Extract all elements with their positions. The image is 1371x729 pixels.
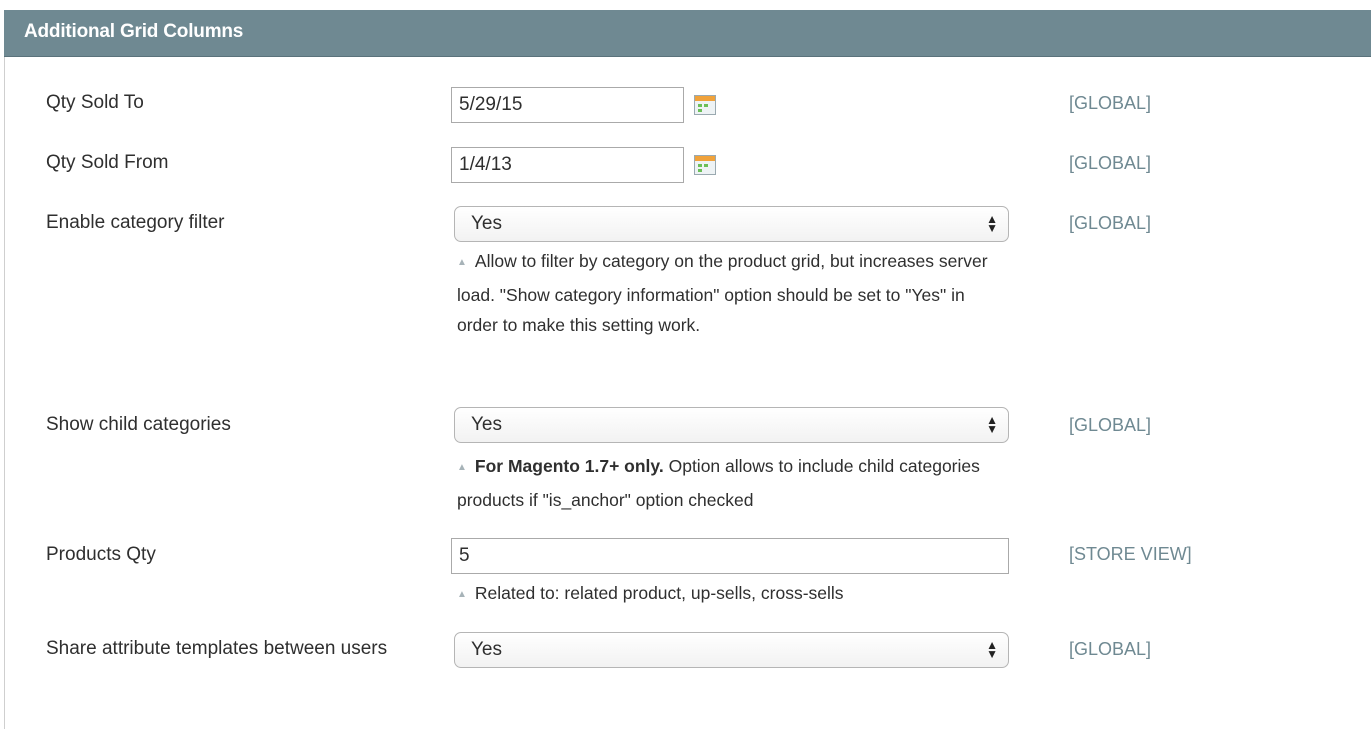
enable-category-filter-value: Yes [471,213,502,234]
qty-sold-from-input[interactable]: 1/4/13 [451,147,684,183]
section-title: Additional Grid Columns [24,21,244,42]
calendar-icon[interactable] [694,95,716,115]
enable-category-filter-note: ▲ Allow to filter by category on the prod… [457,246,997,340]
triangle-up-icon: ▲ [457,589,467,600]
products-qty-note: ▲ Related to: related product, up-sells, … [457,578,1017,612]
show-child-categories-select[interactable]: Yes ▲ ▼ [454,407,1009,443]
products-qty-scope: [STORE VIEW] [1069,544,1192,564]
enable-category-filter-label: Enable category filter [46,212,225,233]
qty-sold-to-label: Qty Sold To [46,92,144,113]
products-qty-input[interactable]: 5 [451,538,1009,574]
calendar-icon[interactable] [694,155,716,175]
up-down-arrows-icon: ▲ ▼ [986,212,998,235]
products-qty-label: Products Qty [46,544,156,565]
qty-sold-from-scope: [GLOBAL] [1069,153,1152,173]
share-attribute-templates-scope: [GLOBAL] [1069,639,1152,659]
enable-category-filter-note-text: Allow to filter by category on the produ… [457,251,988,335]
triangle-up-icon: ▲ [457,462,467,473]
triangle-up-icon: ▲ [457,257,467,268]
up-down-arrows-icon: ▲ ▼ [986,413,998,436]
show-child-categories-label: Show child categories [46,414,231,435]
show-child-categories-scope: [GLOBAL] [1069,415,1152,435]
enable-category-filter-scope: [GLOBAL] [1069,213,1152,233]
qty-sold-to-input[interactable]: 5/29/15 [451,87,684,123]
qty-sold-from-label: Qty Sold From [46,152,169,173]
enable-category-filter-select[interactable]: Yes ▲ ▼ [454,206,1009,242]
show-child-categories-note: ▲ For Magento 1.7+ only. Option allows to… [457,451,1017,515]
qty-sold-to-scope: [GLOBAL] [1069,93,1152,113]
share-attribute-templates-label: Share attribute templates between users [46,638,388,659]
products-qty-note-text: Related to: related product, up-sells, c… [474,583,844,603]
share-attribute-templates-select[interactable]: Yes ▲ ▼ [454,632,1009,668]
show-child-categories-note-bold: For Magento 1.7+ only. [474,456,664,476]
up-down-arrows-icon: ▲ ▼ [986,638,998,661]
share-attribute-templates-value: Yes [471,639,502,660]
show-child-categories-value: Yes [471,414,502,435]
panel-border [4,10,5,729]
section-header[interactable]: Additional Grid Columns [4,10,1371,57]
